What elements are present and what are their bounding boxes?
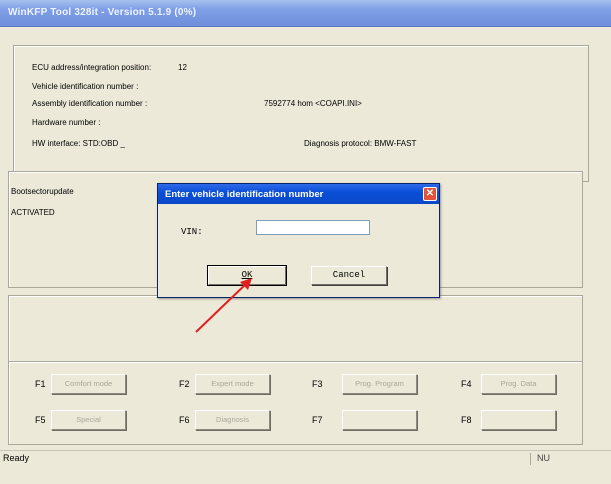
f8-button[interactable] [481, 410, 556, 430]
dialog-title: Enter vehicle identification number [165, 189, 324, 200]
fkey-f1-label: F1 [35, 379, 46, 389]
message-group [8, 295, 583, 367]
prog-program-button[interactable]: Prog. Program [342, 374, 417, 394]
fkey-f7-label: F7 [312, 415, 323, 425]
status-separator [530, 453, 531, 465]
status-text: Ready [3, 453, 30, 463]
fkey-f6-label: F6 [179, 415, 190, 425]
function-keys-group: F1 Comfort mode F2 Expert mode F3 Prog. … [8, 361, 583, 445]
prog-data-button[interactable]: Prog. Data [481, 374, 556, 394]
close-icon[interactable]: ✕ [423, 187, 437, 201]
fkey-f5-label: F5 [35, 415, 46, 425]
hardware-label: Hardware number : [32, 118, 101, 127]
fkey-f3-label: F3 [312, 379, 323, 389]
special-button[interactable]: Special [51, 410, 126, 430]
diagnosis-button[interactable]: Diagnosis [195, 410, 270, 430]
ecu-address-value: 12 [178, 63, 187, 72]
assembly-label: Assembly identification number : [32, 99, 148, 108]
cancel-button[interactable]: Cancel [311, 266, 387, 285]
expert-mode-button[interactable]: Expert mode [195, 374, 270, 394]
window-titlebar[interactable]: WinKFP Tool 328it - Version 5.1.9 (0%) [0, 0, 611, 27]
comfort-mode-button[interactable]: Comfort mode [51, 374, 126, 394]
ecu-info-group: ECU address/integration position: 12 Veh… [13, 45, 589, 182]
hw-interface-label: HW interface: STD:OBD _ [32, 139, 125, 148]
status-bar: Ready NU [0, 450, 611, 484]
diag-protocol-label: Diagnosis protocol: BMW-FAST [304, 139, 417, 148]
assembly-value: 7592774 hom <COAPI.INI> [264, 99, 362, 108]
vin-field-label: VIN: [181, 227, 203, 237]
arrow-shaft [195, 281, 249, 333]
vin-info-label: Vehicle identification number : [32, 82, 139, 91]
vin-input[interactable] [256, 220, 370, 235]
f7-button[interactable] [342, 410, 417, 430]
bootsector-title: Bootsectorupdate [11, 187, 74, 196]
fkey-f2-label: F2 [179, 379, 190, 389]
ecu-address-label: ECU address/integration position: [32, 63, 152, 72]
fkey-f4-label: F4 [461, 379, 472, 389]
red-arrow-annotation [195, 278, 252, 333]
dialog-titlebar[interactable]: Enter vehicle identification number ✕ [158, 184, 439, 204]
window-title: WinKFP Tool 328it - Version 5.1.9 (0%) [8, 7, 197, 18]
bootsector-status: ACTIVATED [11, 208, 55, 217]
fkey-f8-label: F8 [461, 415, 472, 425]
status-indicator: NU [537, 453, 550, 463]
